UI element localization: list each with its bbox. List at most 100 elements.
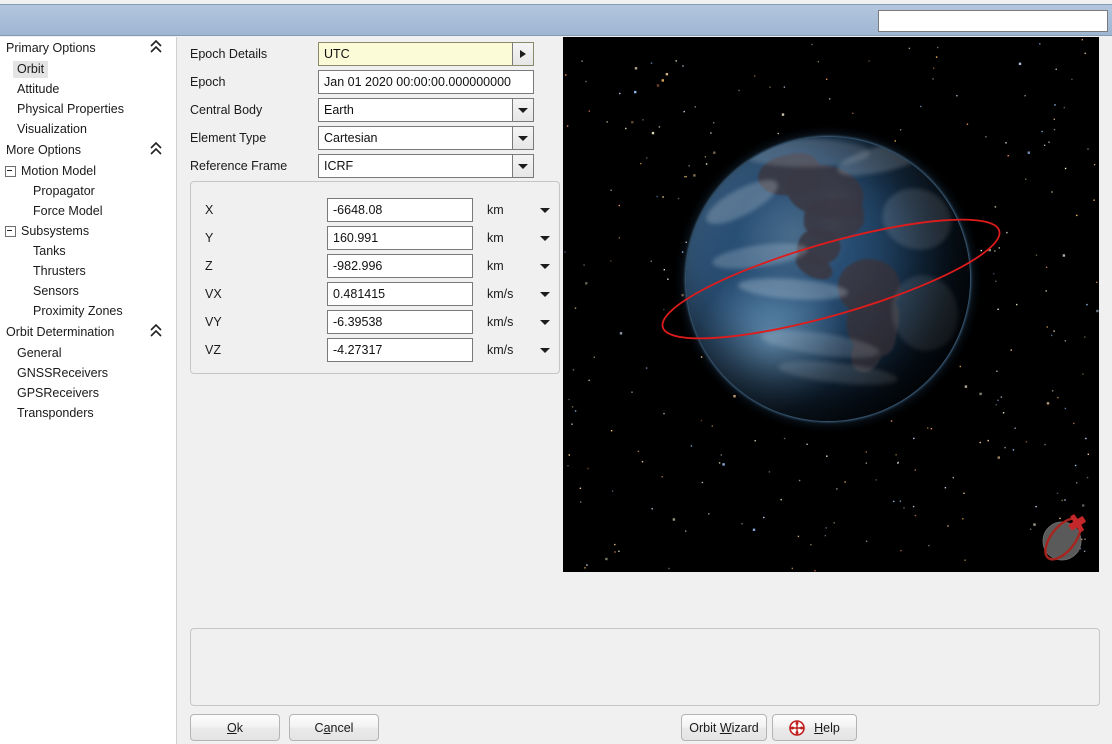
sidebar-item-propagator[interactable]: Propagator <box>0 181 176 201</box>
sidebar-item-label: Proximity Zones <box>33 304 123 318</box>
sidebar-item-label: GNSSReceivers <box>17 366 108 380</box>
orbit-vx-row: VX km/s <box>205 282 553 306</box>
sidebar-item-thrusters[interactable]: Thrusters <box>0 261 176 281</box>
field-epoch-details-label: Epoch Details <box>190 47 268 61</box>
orbit-z-row: Zkm <box>205 254 553 278</box>
dropdown-arrow-button[interactable] <box>512 99 533 121</box>
chevron-down-icon <box>518 135 528 141</box>
sidebar-item-label: General <box>17 346 62 360</box>
field-reference-frame-value: ICRF <box>324 159 354 173</box>
chevron-down-icon <box>540 207 550 213</box>
sidebar-group-header[interactable]: Orbit Determination <box>0 321 176 343</box>
sidebar-group-label: Primary Options <box>6 41 96 55</box>
orbit-x-unit-dropdown[interactable] <box>537 202 553 218</box>
tree-expander-icon[interactable] <box>5 165 16 177</box>
sidebar-item-tanks[interactable]: Tanks <box>0 241 176 261</box>
field-epoch-control[interactable]: Jan 01 2020 00:00:00.000000000 <box>318 70 534 94</box>
help-button[interactable]: Help <box>772 714 857 741</box>
orbit-y-unit-dropdown[interactable] <box>537 230 553 246</box>
orbit-vy-label: VY <box>205 315 222 329</box>
sidebar-item-subsystems[interactable]: Subsystems <box>0 221 176 241</box>
sidebar-item-motion-model[interactable]: Motion Model <box>0 161 176 181</box>
sidebar-item-gnssreceivers[interactable]: GNSSReceivers <box>0 363 176 383</box>
orbit-z-label: Z <box>205 259 213 273</box>
field-central-body-value: Earth <box>324 103 354 117</box>
chevron-down-icon <box>518 107 528 113</box>
chevron-down-icon <box>540 235 550 241</box>
orbit-vz-input[interactable] <box>327 338 473 362</box>
chevron-down-icon <box>540 347 550 353</box>
view-overlay-text <box>568 40 600 230</box>
spacecraft-orbit-dialog: Primary Options Orbit Attitude Physical Pro… <box>0 0 1112 744</box>
chevron-down-icon <box>518 163 528 169</box>
sidebar-group-header[interactable]: Primary Options <box>0 37 176 59</box>
field-central-body-control[interactable]: Earth <box>318 98 534 122</box>
sidebar-item-force-model[interactable]: Force Model <box>0 201 176 221</box>
sidebar-item-attitude[interactable]: Attitude <box>0 79 176 99</box>
sidebar-item-label: Motion Model <box>21 164 97 178</box>
field-epoch-details-control[interactable]: UTC <box>318 42 534 66</box>
sidebar-item-label: Physical Properties <box>17 102 124 116</box>
navigation-sidebar[interactable]: Primary Options Orbit Attitude Physical Pro… <box>0 37 177 744</box>
orbit-vz-unit-label: km/s <box>487 343 514 357</box>
field-reference-frame-control[interactable]: ICRF <box>318 154 534 178</box>
mission-view-3d[interactable] <box>563 37 1099 572</box>
help-icon <box>789 719 805 736</box>
chevron-up-double-icon[interactable] <box>150 323 162 338</box>
orbit-z-unit-dropdown[interactable] <box>537 258 553 274</box>
sidebar-group-header[interactable]: More Options <box>0 139 176 161</box>
orbit-satellite-icon[interactable] <box>1035 508 1093 566</box>
description-groupbox <box>190 628 1100 706</box>
sidebar-item-visualization[interactable]: Visualization <box>0 119 176 139</box>
field-central-body-row: Central Body Earth <box>190 98 534 122</box>
field-epoch-value: Jan 01 2020 00:00:00.000000000 <box>324 75 511 89</box>
field-epoch-details-row: Epoch Details UTC <box>190 42 534 66</box>
orbit-z-input[interactable] <box>327 254 473 278</box>
dropdown-arrow-button[interactable] <box>512 155 533 177</box>
orbit-definition-groupbox: XkmYkmZkmVXkm/sVYkm/sVZkm/s <box>190 181 560 374</box>
sidebar-item-proximity-zones[interactable]: Proximity Zones <box>0 301 176 321</box>
chevron-down-icon <box>540 291 550 297</box>
orbit-x-label: X <box>205 203 214 217</box>
tree-expander-icon[interactable] <box>5 225 16 237</box>
orbit-vx-input[interactable] <box>327 282 473 306</box>
cancel-button[interactable]: Cancel <box>289 714 379 741</box>
sidebar-item-general[interactable]: General <box>0 343 176 363</box>
sidebar-item-sensors[interactable]: Sensors <box>0 281 176 301</box>
sidebar-item-gpsreceivers[interactable]: GPSReceivers <box>0 383 176 403</box>
field-element-type-control[interactable]: Cartesian <box>318 126 534 150</box>
sidebar-group-label: More Options <box>6 143 82 157</box>
orbit-wizard-button[interactable]: Orbit Wizard <box>681 714 767 741</box>
sidebar-item-label: Thrusters <box>33 264 86 278</box>
sidebar-item-transponders[interactable]: Transponders <box>0 403 176 423</box>
sidebar-group-label: Orbit Determination <box>6 325 115 339</box>
field-element-type-label: Element Type <box>190 131 267 145</box>
chevron-right-icon <box>520 50 526 58</box>
orbit-vz-label: VZ <box>205 343 221 357</box>
chevron-up-double-icon[interactable] <box>150 141 162 156</box>
dropdown-arrow-button[interactable] <box>512 127 533 149</box>
orbit-vx-unit-dropdown[interactable] <box>537 286 553 302</box>
main-form-panel: Epoch Details UTC Epoch Jan 01 2020 00:00:0… <box>178 37 1112 744</box>
orbit-vy-unit-dropdown[interactable] <box>537 314 553 330</box>
orbit-x-input[interactable] <box>327 198 473 222</box>
ok-button[interactable]: Ok <box>190 714 280 741</box>
orbit-vy-unit-label: km/s <box>487 315 514 329</box>
dialog-button-bar: Ok Cancel Orbit Wizard Help <box>178 711 1112 744</box>
field-reference-frame-label: Reference Frame <box>190 159 288 173</box>
chevron-up-double-icon[interactable] <box>150 39 162 54</box>
expand-arrow-button[interactable] <box>512 43 533 65</box>
orbit-y-input[interactable] <box>327 226 473 250</box>
sidebar-item-label: Transponders <box>17 406 94 420</box>
sidebar-item-label: Force Model <box>33 204 103 218</box>
sidebar-item-label: Visualization <box>17 122 87 136</box>
sidebar-item-label: Subsystems <box>21 224 90 238</box>
sidebar-item-physical-properties[interactable]: Physical Properties <box>0 99 176 119</box>
window-titlebar <box>0 4 1112 36</box>
orbit-vy-input[interactable] <box>327 310 473 334</box>
orbit-vz-unit-dropdown[interactable] <box>537 342 553 358</box>
sidebar-item-orbit[interactable]: Orbit <box>0 59 176 79</box>
orbit-x-row: Xkm <box>205 198 553 222</box>
field-epoch-details-value: UTC <box>324 47 350 61</box>
spacecraft-name-input[interactable] <box>878 10 1108 32</box>
